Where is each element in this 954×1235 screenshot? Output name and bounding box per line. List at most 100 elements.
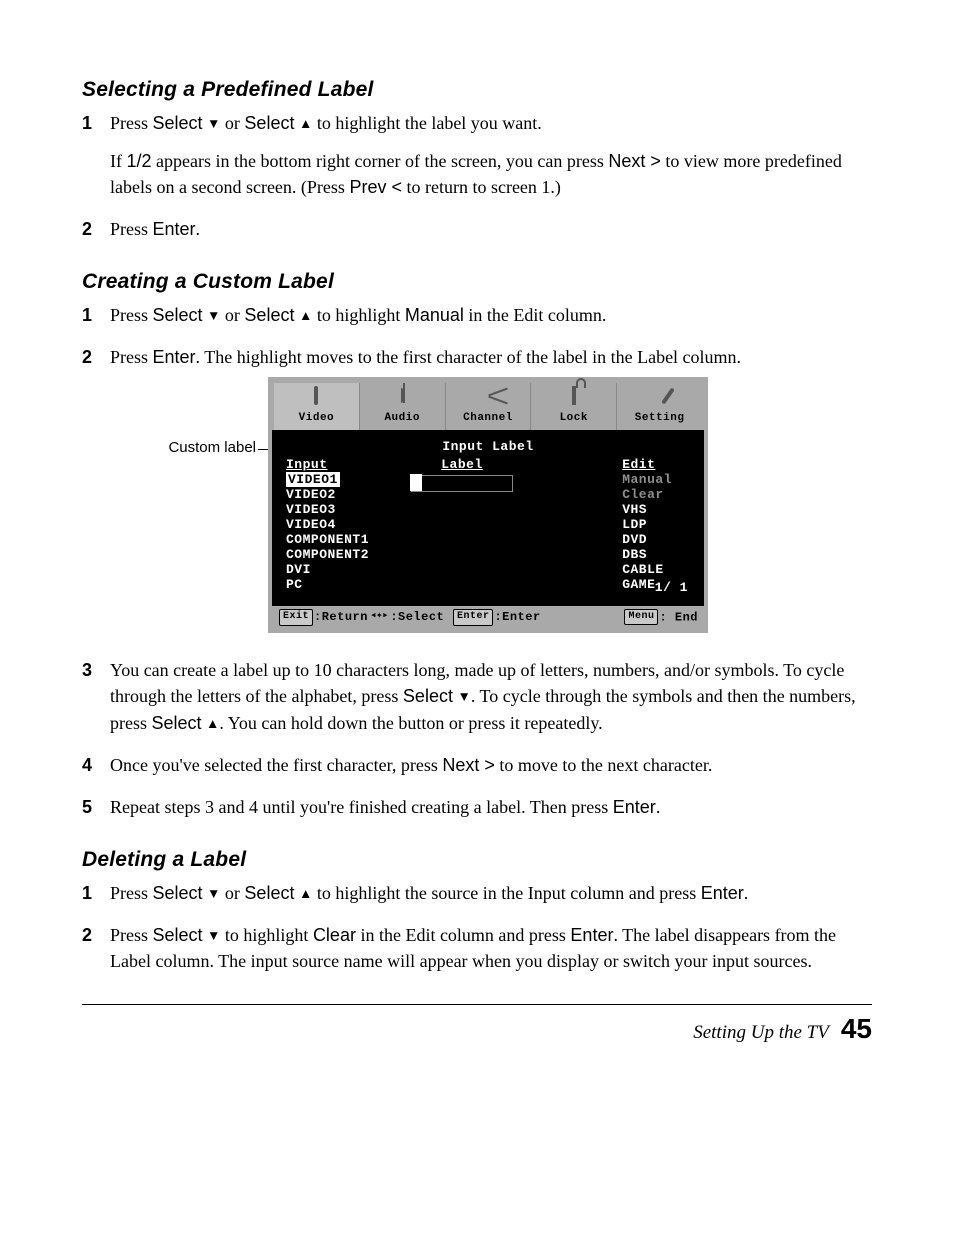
down-triangle-icon: ▼ xyxy=(207,926,220,946)
lock-icon xyxy=(572,386,576,405)
down-triangle-icon: ▼ xyxy=(207,114,220,134)
osd-edit-column: Edit Manual Clear VHS LDP DVD DBS CABLE … xyxy=(622,458,690,592)
osd-tab-label: Audio xyxy=(360,411,445,427)
up-triangle-icon: ▲ xyxy=(299,114,312,134)
osd-label-column: Label xyxy=(411,458,513,592)
body-text: Press xyxy=(110,925,153,945)
step-item: 4 Once you've selected the first charact… xyxy=(82,752,872,778)
ui-enter: Enter xyxy=(613,797,656,817)
ui-select: Select xyxy=(153,305,203,325)
osd-input-item: DVI xyxy=(286,563,369,578)
osd-input-item: PC xyxy=(286,578,369,593)
heading-creating-custom-label: Creating a Custom Label xyxy=(82,270,872,294)
ui-select: Select xyxy=(244,305,294,325)
ui-manual: Manual xyxy=(405,305,464,325)
footer-page-number: 45 xyxy=(841,1013,872,1045)
step-number: 1 xyxy=(82,110,92,136)
ui-next: Next > xyxy=(608,151,661,171)
heading-selecting-predefined-label: Selecting a Predefined Label xyxy=(82,78,872,102)
ui-enter: Enter xyxy=(701,883,744,903)
osd-key-enter: Enter xyxy=(453,609,494,626)
osd-column-header: Label xyxy=(411,458,513,473)
ui-prev: Prev < xyxy=(349,177,402,197)
osd-column-header: Edit xyxy=(622,458,672,473)
osd-input-item: VIDEO3 xyxy=(286,503,369,518)
step-item: 2 Press Enter. xyxy=(82,216,872,242)
ui-select: Select xyxy=(152,713,202,733)
osd-tab-video: Video xyxy=(274,383,360,430)
ui-enter: Enter xyxy=(153,347,196,367)
body-text: to return to screen 1.) xyxy=(402,177,561,197)
body-text: to move to the next character. xyxy=(495,755,712,775)
ui-select: Select xyxy=(153,113,203,133)
step-number: 2 xyxy=(82,922,92,948)
osd-edit-item-dimmed: Manual xyxy=(622,473,672,488)
osd-edit-item: VHS xyxy=(622,503,672,518)
osd-edit-item: DVD xyxy=(622,533,672,548)
osd-edit-item: LDP xyxy=(622,518,672,533)
osd-tab-setting: Setting xyxy=(617,383,702,430)
osd-edit-item-dimmed: Clear xyxy=(622,488,672,503)
osd-label-input-box xyxy=(411,475,513,492)
manual-page: Selecting a Predefined Label 1 Press Sel… xyxy=(0,0,954,1235)
osd-page-indicator: 1/ 1 xyxy=(655,579,688,598)
body-text: to highlight the source in the Input col… xyxy=(312,883,700,903)
ui-next: Next > xyxy=(442,755,495,775)
footer-rule xyxy=(82,1004,872,1005)
body-text: Once you've selected the first character… xyxy=(110,755,442,775)
body-text: If 1/2 appears in the bottom right corne… xyxy=(110,148,872,200)
audio-icon xyxy=(401,388,403,403)
step-item: 1 Press Select ▼ or Select ▲ to highligh… xyxy=(82,302,872,328)
osd-footer-label: :Enter xyxy=(494,609,540,626)
video-icon xyxy=(314,386,318,405)
up-triangle-icon: ▲ xyxy=(299,884,312,904)
ui-select: Select xyxy=(244,883,294,903)
osd-column-header: Input xyxy=(286,458,369,473)
body-text: Repeat steps 3 and 4 until you're finish… xyxy=(110,797,613,817)
osd-label-cursor xyxy=(410,474,422,491)
body-text: . The highlight moves to the first chara… xyxy=(196,347,742,367)
osd-input-item: VIDEO2 xyxy=(286,488,369,503)
body-text: . xyxy=(744,883,749,903)
step-number: 5 xyxy=(82,794,92,820)
body-text: to highlight the label you want. xyxy=(312,113,541,133)
osd-input-item: COMPONENT1 xyxy=(286,533,369,548)
down-triangle-icon: ▼ xyxy=(207,306,220,326)
body-text: . You can hold down the button or press … xyxy=(219,713,602,733)
body-text: to highlight xyxy=(312,305,405,325)
step-number: 1 xyxy=(82,302,92,328)
step-item: 1 Press Select ▼ or Select ▲ to highligh… xyxy=(82,880,872,906)
body-text: or xyxy=(220,305,244,325)
body-text: Press xyxy=(110,883,153,903)
ui-enter: Enter xyxy=(153,219,196,239)
step-item: 3 You can create a label up to 10 charac… xyxy=(82,657,872,735)
step-item: 2 Press Enter. The highlight moves to th… xyxy=(82,344,872,633)
osd-body: Input Label Input VIDEO1 VIDEO2 VIDEO3 V… xyxy=(272,430,704,606)
osd-input-item: VIDEO4 xyxy=(286,518,369,533)
osd-footer: Exit:Return ◂✦▸:Select Enter:Enter Menu:… xyxy=(272,606,704,630)
osd-tabs: Video Audio Channel Lock Setting xyxy=(272,381,704,430)
osd-arrows-icon: ◂✦▸ xyxy=(370,609,388,625)
osd-key-menu: Menu xyxy=(624,609,658,626)
steps-selecting-predefined: 1 Press Select ▼ or Select ▲ to highligh… xyxy=(82,110,872,242)
osd-footer-label: :Return xyxy=(314,609,368,626)
body-text: or xyxy=(220,113,244,133)
ui-clear: Clear xyxy=(313,925,356,945)
osd-tab-audio: Audio xyxy=(360,383,446,430)
ui-select: Select xyxy=(244,113,294,133)
osd-tab-lock: Lock xyxy=(531,383,617,430)
step-number: 2 xyxy=(82,344,92,370)
body-text: Press xyxy=(110,305,153,325)
page-footer: Setting Up the TV 45 xyxy=(82,1013,872,1073)
body-text: Press xyxy=(110,113,153,133)
body-text: appears in the bottom right corner of th… xyxy=(152,151,609,171)
osd-input-selected: VIDEO1 xyxy=(286,472,340,487)
osd-input-item: COMPONENT2 xyxy=(286,548,369,563)
step-number: 4 xyxy=(82,752,92,778)
ui-select: Select xyxy=(153,883,203,903)
up-triangle-icon: ▲ xyxy=(206,714,219,734)
footer-section-title: Setting Up the TV xyxy=(693,1022,829,1044)
osd-tab-channel: Channel xyxy=(446,383,532,430)
ui-select: Select xyxy=(403,686,453,706)
body-text: in the Edit column and press xyxy=(356,925,570,945)
